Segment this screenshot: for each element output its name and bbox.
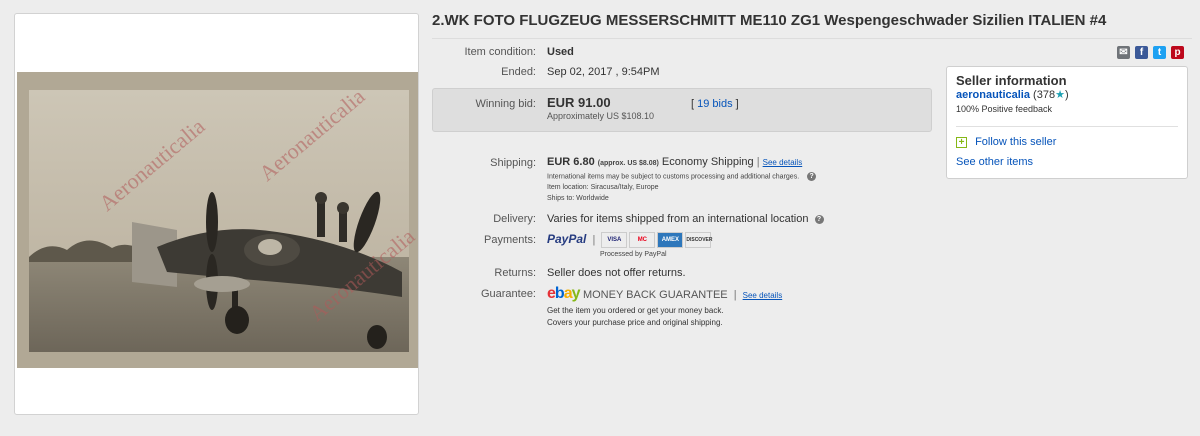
mastercard-icon: MC (629, 232, 656, 249)
condition-value: Used (547, 46, 574, 58)
bid-history-link[interactable]: 19 bids (697, 98, 732, 110)
winning-bid-value: EUR 91.00 (547, 95, 611, 110)
seller-feedback: 100% Positive feedback (956, 104, 1053, 114)
ebay-logo: ebay (547, 285, 580, 302)
item-photo-panel[interactable]: Aeronauticalia Aeronauticalia Aeronautic… (14, 13, 419, 415)
ended-label: Ended: (501, 66, 536, 78)
star-icon: ★ (1055, 89, 1065, 101)
guarantee-details-link[interactable]: See details (743, 291, 783, 300)
payment-methods: PayPal | VISA MC AMEX DISCOVER (547, 232, 713, 249)
pinterest-icon[interactable]: p (1171, 46, 1184, 59)
shipping-method: Economy Shipping (661, 156, 754, 168)
delivery-value: Varies for items shipped from an interna… (547, 213, 809, 225)
winning-bid-approx: Approximately US $108.10 (547, 111, 655, 121)
facebook-icon[interactable]: f (1135, 46, 1148, 59)
shipping-amount: EUR 6.80 (547, 156, 595, 168)
payments-label: Payments: (484, 234, 536, 246)
info-icon[interactable]: ? (814, 214, 824, 224)
photo-image: Aeronauticalia Aeronauticalia Aeronautic… (17, 72, 418, 368)
title-divider (432, 38, 1192, 39)
visa-icon: VISA (601, 232, 628, 249)
item-location: Item location: Siracusa/Italy, Europe (547, 184, 659, 191)
amex-icon: AMEX (657, 232, 684, 249)
winning-bid-label: Winning bid: (475, 98, 536, 110)
paypal-logo: PayPal (547, 232, 587, 246)
returns-value: Seller does not offer returns. (547, 267, 686, 279)
follow-seller-label: Follow this seller (975, 136, 1057, 148)
item-photo[interactable]: Aeronauticalia Aeronauticalia Aeronautic… (17, 72, 418, 368)
discover-icon: DISCOVER (685, 232, 712, 249)
guarantee-line2: Covers your purchase price and original … (547, 318, 723, 327)
shipping-line: EUR 6.80 (approx. US $8.08) Economy Ship… (547, 156, 802, 168)
seller-score-close: ) (1064, 89, 1069, 101)
condition-label: Item condition: (464, 46, 536, 58)
seller-score[interactable]: (378 (1033, 89, 1055, 101)
bid-count-close: ] (735, 98, 739, 110)
email-icon[interactable]: ✉ (1117, 46, 1130, 59)
seller-info-heading: Seller information (956, 73, 1067, 88)
delivery-label: Delivery: (493, 213, 536, 225)
customs-note: International items may be subject to cu… (547, 172, 817, 181)
follow-seller-button[interactable]: + Follow this seller (956, 136, 1056, 148)
money-back-guarantee-title: MONEY BACK GUARANTEE (582, 289, 728, 301)
seller-name-link[interactable]: aeronauticalia (956, 89, 1030, 101)
shipping-details-link[interactable]: See details (763, 158, 803, 167)
guarantee-label: Guarantee: (480, 288, 536, 300)
delivery-line: Varies for items shipped from an interna… (547, 213, 824, 225)
winning-bid-panel (432, 88, 932, 132)
bid-count-open: [ (691, 98, 695, 110)
separator: | (756, 156, 760, 168)
shipping-approx: (approx. US $8.08) (597, 160, 659, 167)
bid-count: [ 19 bids ] (691, 98, 739, 110)
ended-value: Sep 02, 2017 , 9:54PM (547, 66, 660, 78)
item-title: 2.WK FOTO FLUGZEUG MESSERSCHMITT ME110 Z… (432, 12, 1107, 29)
customs-note-text: International items may be subject to cu… (547, 173, 800, 181)
returns-label: Returns: (494, 267, 536, 279)
paypal-processed: Processed by PayPal (600, 251, 667, 258)
card-logos: VISA MC AMEX DISCOVER (601, 232, 713, 249)
shipping-label: Shipping: (490, 157, 536, 169)
plus-icon: + (956, 136, 967, 148)
ships-to: Ships to: Worldwide (547, 195, 609, 202)
guarantee-line1: Get the item you ordered or get your mon… (547, 306, 724, 315)
twitter-icon[interactable]: t (1153, 46, 1166, 59)
separator: | (733, 289, 737, 301)
guarantee-line: ebay MONEY BACK GUARANTEE | See details (547, 285, 782, 303)
info-icon[interactable]: ? (807, 172, 817, 181)
see-other-items-link[interactable]: See other items (956, 156, 1033, 168)
seller-name-line: aeronauticalia (378★) (956, 88, 1069, 101)
seller-divider (956, 126, 1178, 127)
